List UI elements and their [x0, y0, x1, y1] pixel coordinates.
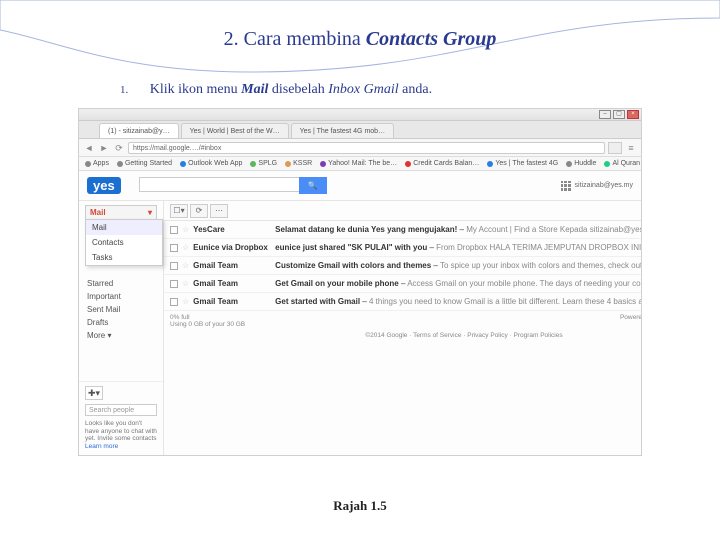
apps-icon[interactable]: [561, 181, 571, 191]
mail-row[interactable]: ☆ Eunice via Dropbox eunice just shared …: [164, 239, 642, 257]
bookmark[interactable]: Huddle: [566, 160, 596, 167]
browser-tab[interactable]: (1) - sitizainab@y…: [99, 123, 179, 138]
url-bar[interactable]: https://mail.google.…/#inbox: [128, 142, 605, 154]
reload-button[interactable]: ⟳: [113, 142, 125, 154]
gmail-screenshot: – ▢ × (1) - sitizainab@y… Yes | World | …: [78, 108, 642, 456]
sidebar-nav-sent[interactable]: Sent Mail: [79, 303, 163, 316]
more-actions-button[interactable]: ⋯: [210, 204, 228, 218]
row-checkbox[interactable]: [170, 244, 178, 252]
gmail-footer: ©2014 Google · Terms of Service · Privac…: [164, 331, 642, 342]
browser-tab[interactable]: Yes | The fastest 4G mob…: [291, 123, 394, 138]
maximize-button[interactable]: ▢: [613, 110, 625, 119]
account-area[interactable]: sitizainab@yes.my: [561, 181, 633, 191]
bookmark[interactable]: Yes | The fastest 4G: [487, 160, 558, 167]
dropdown-item-mail[interactable]: Mail: [86, 220, 162, 235]
back-button[interactable]: ◄: [83, 142, 95, 154]
mail-sender: Gmail Team: [193, 261, 271, 270]
dropdown-item-tasks[interactable]: Tasks: [86, 250, 162, 265]
powered-by: Powered by Google: [620, 314, 642, 328]
instruction-step-1: 1. Klik ikon menu Mail disebelah Inbox G…: [120, 82, 432, 98]
row-checkbox[interactable]: [170, 280, 178, 288]
bookmark[interactable]: Outlook Web App: [180, 160, 242, 167]
bookmark[interactable]: KSSR: [285, 160, 312, 167]
forward-button[interactable]: ►: [98, 142, 110, 154]
row-checkbox[interactable]: [170, 262, 178, 270]
bookmark[interactable]: Getting Started: [117, 160, 172, 167]
mail-sender: YesCare: [193, 225, 271, 234]
menu-button[interactable]: ≡: [625, 142, 637, 154]
sidebar-nav-drafts[interactable]: Drafts: [79, 316, 163, 329]
select-all-checkbox[interactable]: ☐▾: [170, 204, 188, 218]
slide-title: 2. Cara membina Contacts Group: [0, 28, 720, 51]
sidebar-nav-important[interactable]: Important: [79, 290, 163, 303]
provider-logo: yes: [87, 177, 121, 194]
mail-row[interactable]: ☆ Gmail Team Customize Gmail with colors…: [164, 257, 642, 275]
star-icon[interactable]: ☆: [182, 225, 189, 234]
search-people-input[interactable]: Search people: [85, 404, 157, 416]
star-icon[interactable]: ☆: [182, 261, 189, 270]
bookmark[interactable]: Credit Cards Balan…: [405, 160, 479, 167]
search-input[interactable]: [139, 177, 299, 192]
sidebar-nav-more[interactable]: More ▾: [79, 329, 163, 342]
mail-sender: Eunice via Dropbox: [193, 243, 271, 252]
mail-switcher-dropdown: Mail Contacts Tasks: [85, 219, 163, 266]
mail-subject: Customize Gmail with colors and themes –…: [275, 261, 642, 270]
minimize-button[interactable]: –: [599, 110, 611, 119]
mail-subject: Selamat datang ke dunia Yes yang menguja…: [275, 225, 642, 234]
chat-learn-more-link[interactable]: Learn more: [85, 443, 118, 450]
row-checkbox[interactable]: [170, 226, 178, 234]
mail-row[interactable]: ☆ Gmail Team Get Gmail on your mobile ph…: [164, 275, 642, 293]
gmail-sidebar: Mail ▾ Mail Contacts Tasks Starred Impor…: [79, 201, 164, 455]
mail-subject: Get Gmail on your mobile phone – Access …: [275, 279, 642, 288]
figure-caption: Rajah 1.5: [0, 498, 720, 514]
bookmark[interactable]: Al Quran Online: [604, 160, 641, 167]
star-icon[interactable]: ☆: [182, 243, 189, 252]
extension-chip[interactable]: [608, 142, 622, 154]
search-button[interactable]: 🔍: [299, 177, 327, 194]
window-titlebar: – ▢ ×: [79, 109, 641, 121]
star-icon[interactable]: ☆: [182, 297, 189, 306]
mail-subject: eunice just shared "SK PULAI" with you –…: [275, 243, 642, 252]
star-icon[interactable]: ☆: [182, 279, 189, 288]
dropdown-item-contacts[interactable]: Contacts: [86, 235, 162, 250]
mail-sender: Gmail Team: [193, 297, 271, 306]
sidebar-nav-starred[interactable]: Starred: [79, 277, 163, 290]
mail-list-pane: ☐▾ ⟳ ⋯ 1–5 of 5 ‹ › ⚙▾ ☆ YesCare Selamat…: [164, 201, 642, 455]
mail-toolbar: ☐▾ ⟳ ⋯ 1–5 of 5 ‹ › ⚙▾: [164, 201, 642, 221]
chat-empty-hint: Looks like you don't have anyone to chat…: [85, 420, 157, 451]
search-icon: 🔍: [308, 181, 318, 190]
gmail-header: yes 🔍 sitizainab@yes.my: [79, 171, 641, 201]
mail-subject: Get started with Gmail – 4 things you ne…: [275, 297, 642, 306]
new-hangout-button[interactable]: ✚▾: [85, 386, 103, 400]
bookmark[interactable]: Apps: [85, 160, 109, 167]
mail-switcher-button[interactable]: Mail ▾: [85, 205, 157, 220]
mail-row[interactable]: ☆ Gmail Team Get started with Gmail – 4 …: [164, 293, 642, 311]
browser-tabbar: (1) - sitizainab@y… Yes | World | Best o…: [79, 121, 641, 139]
mail-row[interactable]: ☆ YesCare Selamat datang ke dunia Yes ya…: [164, 221, 642, 239]
close-button[interactable]: ×: [627, 110, 639, 119]
refresh-button[interactable]: ⟳: [190, 204, 208, 218]
bookmarks-bar: Apps Getting Started Outlook Web App SPL…: [79, 157, 641, 171]
browser-tab[interactable]: Yes | World | Best of the W…: [181, 123, 289, 138]
bookmark[interactable]: Yahoo! Mail: The be…: [320, 160, 397, 167]
chevron-down-icon: ▾: [148, 208, 152, 217]
bookmark[interactable]: SPLG: [250, 160, 277, 167]
row-checkbox[interactable]: [170, 298, 178, 306]
browser-navbar: ◄ ► ⟳ https://mail.google.…/#inbox ≡: [79, 139, 641, 157]
mail-sender: Gmail Team: [193, 279, 271, 288]
storage-usage: 0% full Using 0 GB of your 30 GB Powered…: [164, 311, 642, 331]
